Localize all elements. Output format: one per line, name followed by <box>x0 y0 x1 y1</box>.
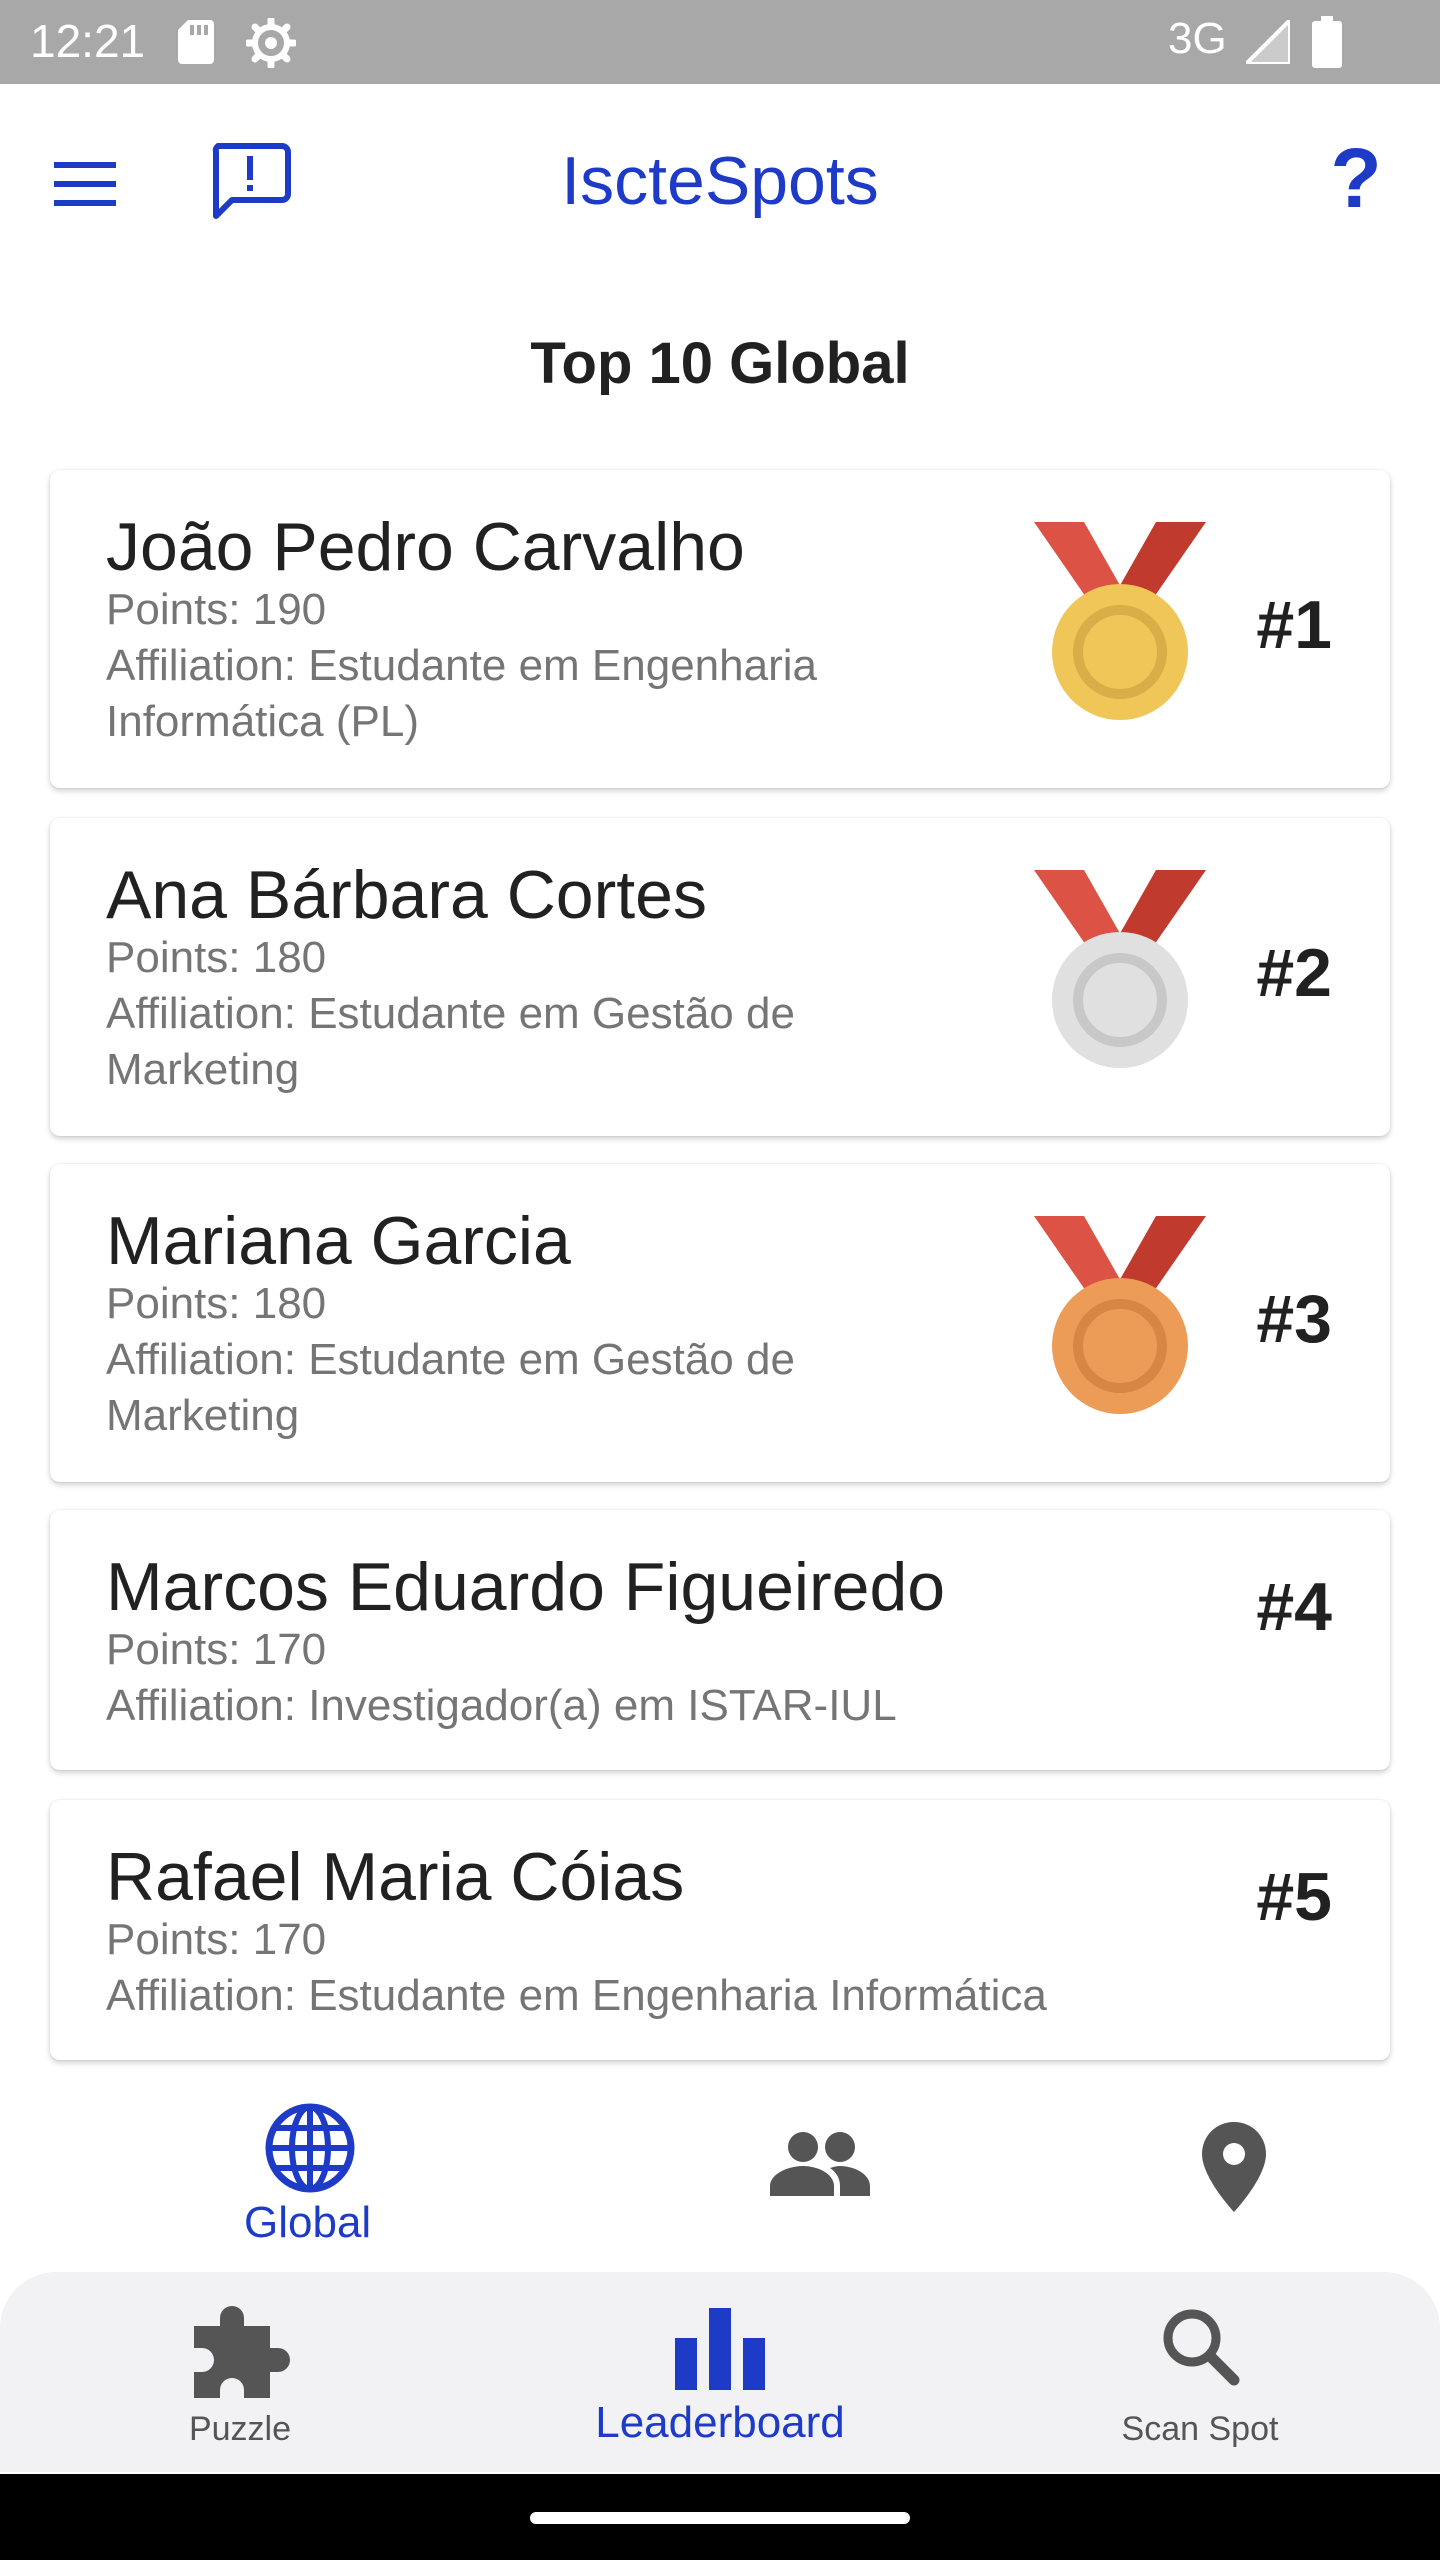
status-bar: 12:21 3G <box>0 0 1440 84</box>
bar-chart-icon <box>675 2308 765 2390</box>
location-pin-icon <box>1202 2122 1266 2212</box>
status-time: 12:21 <box>30 15 146 67</box>
sd-card-icon <box>178 20 214 64</box>
bottom-navigation: Puzzle Leaderboard Scan Spot <box>0 2272 1440 2472</box>
tab-location[interactable] <box>1140 2080 1330 2275</box>
nav-puzzle[interactable]: Puzzle <box>90 2272 390 2472</box>
search-icon <box>1163 2309 1240 2386</box>
leaderboard-card: Ana Bárbara Cortes Points: 180 Affiliati… <box>50 818 1390 1136</box>
player-affiliation: Affiliation: Estudante em Gestão de Mark… <box>106 1335 795 1440</box>
system-navigation-bar <box>0 2474 1440 2560</box>
bronze-medal-icon <box>1034 1216 1206 1414</box>
silver-medal-icon <box>1034 870 1206 1068</box>
globe-icon <box>265 2103 355 2193</box>
player-name: Rafael Maria Cóias <box>106 1839 685 1915</box>
player-affiliation: Affiliation: Estudante em Gestão de Mark… <box>106 989 795 1094</box>
leaderboard-card: Rafael Maria Cóias Points: 170 Affiliati… <box>50 1800 1390 2060</box>
tab-global-label: Global <box>244 2198 372 2247</box>
nav-scan-spot[interactable]: Scan Spot <box>1050 2272 1350 2472</box>
people-icon <box>770 2132 870 2196</box>
home-gesture-handle[interactable] <box>530 2512 910 2524</box>
gear-icon <box>246 18 296 68</box>
leaderboard-card: Marcos Eduardo Figueiredo Points: 170 Af… <box>50 1510 1390 1770</box>
player-points: Points: 190 <box>106 585 327 634</box>
player-name: João Pedro Carvalho <box>106 509 745 585</box>
player-name: Ana Bárbara Cortes <box>106 857 707 933</box>
leaderboard-title: Top 10 Global <box>530 331 910 396</box>
rank-label: #1 <box>1256 587 1332 663</box>
nav-leaderboard[interactable]: Leaderboard <box>570 2272 870 2472</box>
player-points: Points: 170 <box>106 1625 327 1674</box>
signal-icon <box>1246 20 1290 64</box>
gold-medal-icon <box>1034 522 1206 720</box>
player-name: Marcos Eduardo Figueiredo <box>106 1549 946 1625</box>
tab-friends[interactable] <box>700 2080 940 2275</box>
network-type: 3G <box>1168 14 1227 63</box>
player-affiliation: Affiliation: Estudante em Engenharia Inf… <box>106 641 817 746</box>
rank-label: #2 <box>1256 935 1332 1011</box>
nav-leaderboard-label: Leaderboard <box>595 2398 845 2447</box>
player-name: Mariana Garcia <box>106 1203 571 1279</box>
battery-icon <box>1312 16 1342 68</box>
rank-label: #3 <box>1256 1281 1332 1357</box>
rank-label: #4 <box>1256 1569 1332 1645</box>
nav-puzzle-label: Puzzle <box>188 2410 292 2448</box>
player-points: Points: 170 <box>106 1915 327 1964</box>
app-bar: IscteSpots ? <box>0 84 1440 280</box>
help-button[interactable]: ? <box>1324 134 1388 222</box>
leaderboard-sub-tabs: Global <box>0 2080 1440 2275</box>
leaderboard-card: João Pedro Carvalho Points: 190 Affiliat… <box>50 470 1390 788</box>
player-points: Points: 180 <box>106 933 327 982</box>
player-affiliation: Affiliation: Estudante em Engenharia Inf… <box>106 1971 1047 2020</box>
app-title: IscteSpots <box>561 143 879 219</box>
player-points: Points: 180 <box>106 1279 327 1328</box>
nav-scan-spot-label: Scan Spot <box>1121 2410 1279 2448</box>
leaderboard-card: Mariana Garcia Points: 180 Affiliation: … <box>50 1164 1390 1482</box>
puzzle-icon <box>194 2306 290 2398</box>
tab-global[interactable]: Global <box>180 2080 440 2275</box>
rank-label: #5 <box>1256 1859 1332 1935</box>
player-affiliation: Affiliation: Investigador(a) em ISTAR-IU… <box>106 1681 897 1730</box>
